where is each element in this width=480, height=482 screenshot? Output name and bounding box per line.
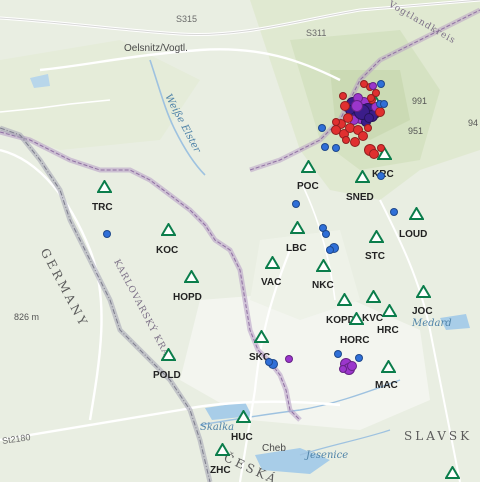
station-triangle-icon [316,259,331,272]
station-triangle-icon [381,360,396,373]
earthquake-marker[interactable] [326,246,334,254]
earthquake-marker[interactable] [332,118,340,126]
station-triangle-icon [215,443,230,456]
station-triangle-icon [349,312,364,325]
earthquake-marker[interactable] [369,82,377,90]
station-triangle-icon [355,170,370,183]
earthquake-marker[interactable] [342,136,350,144]
earthquake-marker[interactable] [321,143,329,151]
station-triangle-icon [337,293,352,306]
earthquake-marker[interactable] [334,350,342,358]
earthquake-marker[interactable] [339,92,347,100]
station-triangle-icon [265,256,280,269]
earthquake-marker[interactable] [340,101,350,111]
earthquake-marker[interactable] [350,137,360,147]
earthquake-marker[interactable] [377,144,385,152]
station-triangle-icon [97,180,112,193]
station-triangle-icon [254,330,269,343]
station-triangle-icon [301,160,316,173]
earthquake-marker[interactable] [355,354,363,362]
earthquake-marker[interactable] [339,365,347,373]
station-triangle-icon [161,223,176,236]
earthquake-marker[interactable] [375,107,385,117]
earthquake-marker[interactable] [292,200,300,208]
earthquake-marker[interactable] [372,89,380,97]
earthquake-marker[interactable] [347,361,357,371]
earthquake-marker[interactable] [364,124,372,132]
station-triangle-icon [184,270,199,283]
earthquake-marker[interactable] [103,230,111,238]
earthquake-marker[interactable] [360,80,368,88]
map-canvas[interactable]: Oelsnitz/Vogtl. Cheb S315 S311 St2180 99… [0,0,480,482]
station-triangle-icon [366,290,381,303]
station-triangle-icon [445,466,460,479]
earthquake-marker[interactable] [322,230,330,238]
earthquake-marker[interactable] [351,100,363,112]
earthquake-marker[interactable] [318,124,326,132]
station-triangle-icon [236,410,251,423]
station-triangle-icon [161,348,176,361]
station-triangle-icon [369,230,384,243]
earthquake-marker[interactable] [364,113,374,123]
station-triangle-icon [382,304,397,317]
earthquake-marker[interactable] [265,358,273,366]
earthquake-marker[interactable] [377,172,385,180]
earthquake-marker[interactable] [380,100,388,108]
earthquake-marker[interactable] [285,355,293,363]
earthquake-marker[interactable] [332,144,340,152]
station-triangle-icon [416,285,431,298]
station-triangle-icon [409,207,424,220]
earthquake-marker[interactable] [390,208,398,216]
station-triangle-icon [290,221,305,234]
earthquake-marker[interactable] [377,80,385,88]
